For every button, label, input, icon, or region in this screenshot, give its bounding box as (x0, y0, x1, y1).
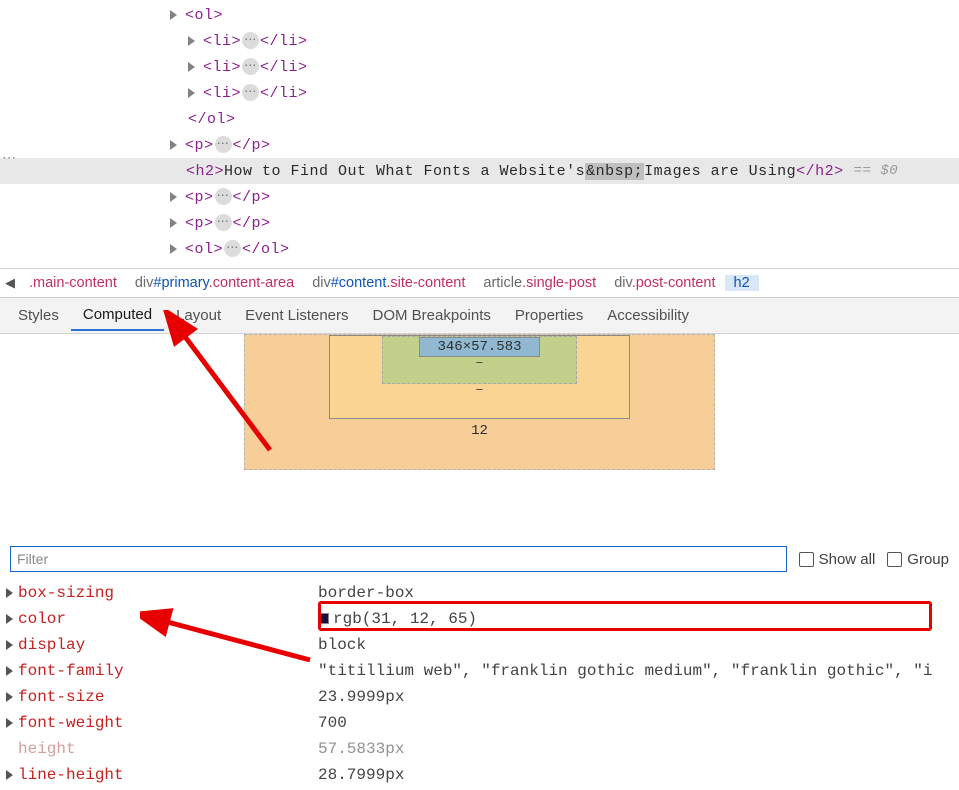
expand-icon[interactable] (170, 218, 177, 228)
expand-icon[interactable] (170, 10, 177, 20)
ellipsis-icon[interactable]: ⋯ (215, 136, 232, 153)
expand-icon[interactable] (6, 770, 13, 780)
breadcrumb: ◀ .main-content div#primary.content-area… (0, 268, 959, 298)
ellipsis-icon[interactable]: ⋯ (215, 188, 232, 205)
ellipsis-icon[interactable]: ⋯ (242, 84, 259, 101)
prop-color[interactable]: color rgb(31, 12, 65) (0, 606, 959, 632)
breadcrumb-item-h2[interactable]: h2 (725, 275, 759, 291)
box-model-margin[interactable]: 346×57.583 – – 12 (244, 334, 714, 470)
prop-font-family[interactable]: font-family "titillium web", "franklin g… (0, 658, 959, 684)
expand-icon[interactable] (188, 88, 195, 98)
dom-row-p-2[interactable]: <p>⋯</p> (0, 184, 959, 210)
expand-icon[interactable] (6, 614, 13, 624)
expand-icon[interactable] (6, 640, 13, 650)
expand-icon[interactable] (188, 62, 195, 72)
tab-event-listeners[interactable]: Event Listeners (233, 301, 360, 330)
dom-row-selected-h2[interactable]: <h2>How to Find Out What Fonts a Website… (0, 158, 959, 184)
prop-box-sizing[interactable]: box-sizing border-box (0, 580, 959, 606)
prop-font-size[interactable]: font-size 23.9999px (0, 684, 959, 710)
color-swatch-icon[interactable] (318, 613, 329, 624)
tab-styles[interactable]: Styles (6, 301, 71, 330)
filter-input[interactable] (10, 546, 787, 572)
box-model: 346×57.583 – – 12 (0, 334, 959, 490)
dom-row-li-1[interactable]: <li>⋯</li> (0, 28, 959, 54)
tab-properties[interactable]: Properties (503, 301, 595, 330)
breadcrumb-item-content[interactable]: div#content.site-content (303, 275, 474, 291)
tab-layout[interactable]: Layout (164, 301, 233, 330)
prop-line-height[interactable]: line-height 28.7999px (0, 762, 959, 788)
equals-dollar-zero: == $0 (854, 163, 899, 179)
expand-icon[interactable] (6, 666, 13, 676)
dom-row-ol-close[interactable]: </ol> (0, 106, 959, 132)
expand-icon[interactable] (170, 244, 177, 254)
filter-row: Show all Group (0, 540, 959, 578)
computed-properties: box-sizing border-box color rgb(31, 12, … (0, 578, 959, 790)
prop-font-weight[interactable]: font-weight 700 (0, 710, 959, 736)
breadcrumb-item-primary[interactable]: div#primary.content-area (126, 275, 303, 291)
expand-icon[interactable] (188, 36, 195, 46)
ellipsis-icon[interactable]: ⋯ (242, 32, 259, 49)
dom-row-ol-open[interactable]: <ol> (0, 2, 959, 28)
dom-row-li-2[interactable]: <li>⋯</li> (0, 54, 959, 80)
breadcrumb-item-post-content[interactable]: div.post-content (605, 275, 724, 291)
box-model-padding[interactable]: 346×57.583 – (382, 336, 576, 384)
tab-dom-breakpoints[interactable]: DOM Breakpoints (361, 301, 503, 330)
dom-row-p-3[interactable]: <p>⋯</p> (0, 210, 959, 236)
expand-icon[interactable] (6, 588, 13, 598)
box-model-content[interactable]: 346×57.583 (419, 337, 539, 357)
breadcrumb-item-article[interactable]: article.single-post (474, 275, 605, 291)
styles-tabs: Styles Computed Layout Event Listeners D… (0, 298, 959, 334)
group-checkbox[interactable]: Group (887, 551, 949, 568)
dom-tree: <ol> <li>⋯</li> <li>⋯</li> <li>⋯</li> </… (0, 0, 959, 268)
tab-computed[interactable]: Computed (71, 300, 164, 331)
prop-display[interactable]: display block (0, 632, 959, 658)
ellipsis-icon[interactable]: ⋯ (224, 240, 241, 257)
ellipsis-icon[interactable]: ⋯ (242, 58, 259, 75)
checkbox-icon (887, 552, 902, 567)
expand-icon[interactable] (6, 692, 13, 702)
dom-row-p-1[interactable]: <p>⋯</p> (0, 132, 959, 158)
expand-icon[interactable] (170, 192, 177, 202)
ellipsis-icon[interactable]: ⋯ (215, 214, 232, 231)
checkbox-icon (799, 552, 814, 567)
show-all-checkbox[interactable]: Show all (799, 551, 876, 568)
dom-row-li-3[interactable]: <li>⋯</li> (0, 80, 959, 106)
breadcrumb-item-main-content[interactable]: .main-content (20, 275, 126, 291)
dom-row-ol-2[interactable]: <ol>⋯</ol> (0, 236, 959, 262)
box-model-border[interactable]: 346×57.583 – – (329, 335, 629, 419)
gutter-ellipsis: ⋯ (2, 150, 17, 167)
expand-icon[interactable] (170, 140, 177, 150)
tab-accessibility[interactable]: Accessibility (595, 301, 701, 330)
expand-icon[interactable] (6, 718, 13, 728)
breadcrumb-back-icon[interactable]: ◀ (0, 275, 20, 291)
